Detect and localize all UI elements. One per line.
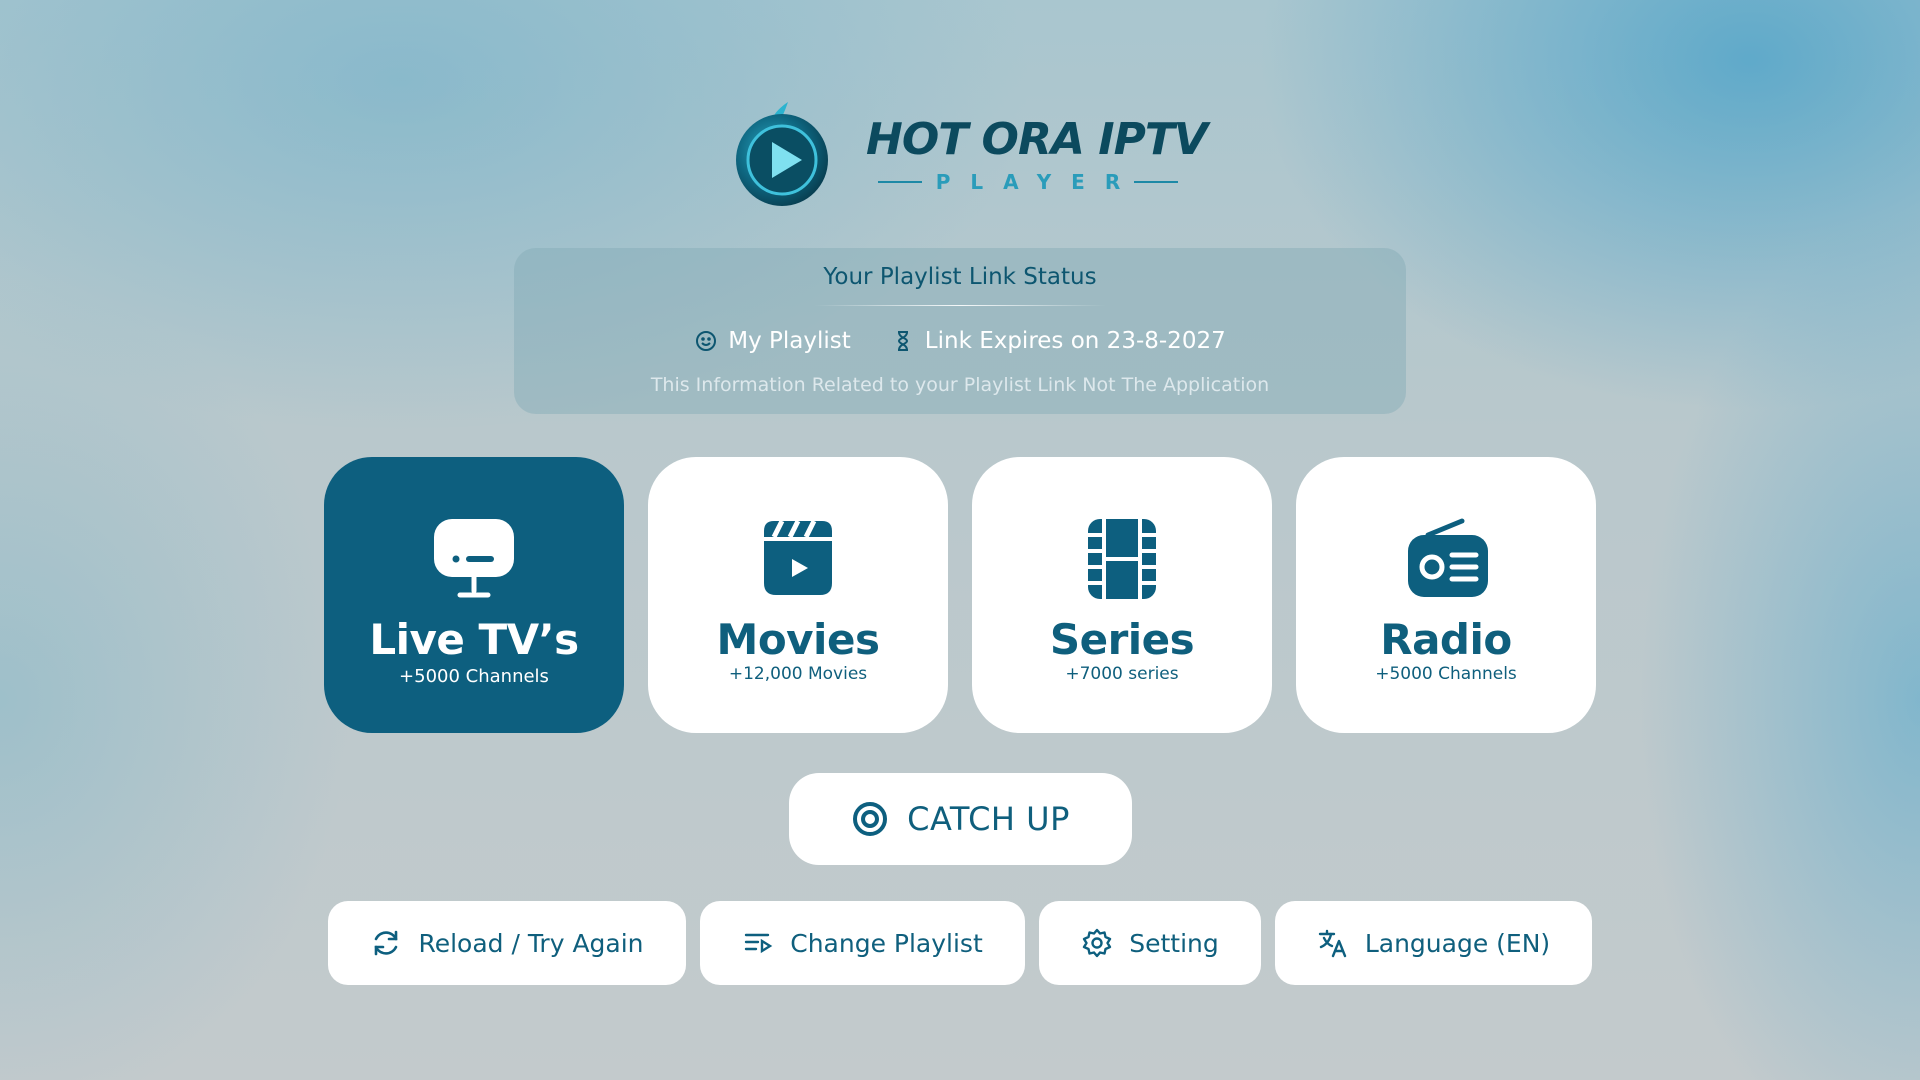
translate-icon — [1318, 929, 1347, 958]
catchup-button[interactable]: CATCH UP — [789, 773, 1132, 865]
setting-button[interactable]: Setting — [1039, 901, 1261, 985]
status-row: My Playlist Link Expires on 23-8-2027 — [514, 328, 1406, 354]
category-card-series[interactable]: Series +7000 series — [972, 457, 1272, 733]
tv-icon — [434, 519, 514, 598]
category-card-radio[interactable]: Radio +5000 Channels — [1296, 457, 1596, 733]
app-logo: HOT ORA IPTV PLAYER — [728, 98, 1208, 210]
status-divider — [814, 305, 1106, 306]
playlist-name-label: My Playlist — [728, 328, 851, 354]
hourglass-icon — [897, 331, 908, 351]
category-card-movies[interactable]: Movies +12,000 Movies — [648, 457, 948, 733]
card-title: Radio — [1380, 615, 1512, 664]
category-card-live-tv[interactable]: Live TV’s +5000 Channels — [324, 457, 624, 733]
language-button[interactable]: Language (EN) — [1275, 901, 1592, 985]
link-expiry: Link Expires on 23-8-2027 — [891, 328, 1226, 354]
gear-icon — [1083, 928, 1112, 958]
card-subtitle: +5000 Channels — [399, 666, 549, 687]
card-title: Live TV’s — [369, 615, 579, 664]
change-playlist-label: Change Playlist — [790, 928, 983, 958]
reload-label: Reload / Try Again — [418, 928, 644, 958]
link-expiry-label: Link Expires on 23-8-2027 — [924, 328, 1226, 354]
radio-icon — [1408, 518, 1488, 597]
status-note: This Information Related to your Playlis… — [650, 374, 1270, 396]
card-title: Series — [1049, 615, 1195, 664]
card-title: Movies — [716, 615, 880, 664]
logo-title: HOT ORA IPTV — [866, 114, 1208, 165]
playlist-name: My Playlist — [694, 328, 851, 354]
playlist-status-panel: Your Playlist Link Status My Playlist Li… — [514, 248, 1406, 414]
catchup-label: CATCH UP — [907, 800, 1070, 838]
card-subtitle: +7000 series — [1065, 664, 1179, 684]
reload-button[interactable]: Reload / Try Again — [328, 901, 686, 985]
target-icon — [853, 802, 888, 836]
smiley-icon — [696, 331, 717, 351]
logo-subtitle-text: PLAYER — [935, 170, 1141, 194]
film-grid-icon — [1088, 519, 1156, 599]
play-flame-icon — [736, 102, 828, 206]
change-playlist-button[interactable]: Change Playlist — [700, 901, 1025, 985]
language-label: Language (EN) — [1364, 928, 1551, 958]
refresh-icon — [375, 930, 398, 956]
setting-label: Setting — [1129, 928, 1219, 958]
status-title: Your Playlist Link Status — [823, 264, 1097, 290]
logo-subtitle: PLAYER — [878, 170, 1178, 194]
card-subtitle: +12,000 Movies — [728, 664, 868, 684]
card-subtitle: +5000 Channels — [1375, 664, 1517, 684]
clapperboard-icon — [764, 519, 832, 595]
playlist-icon — [745, 933, 773, 954]
